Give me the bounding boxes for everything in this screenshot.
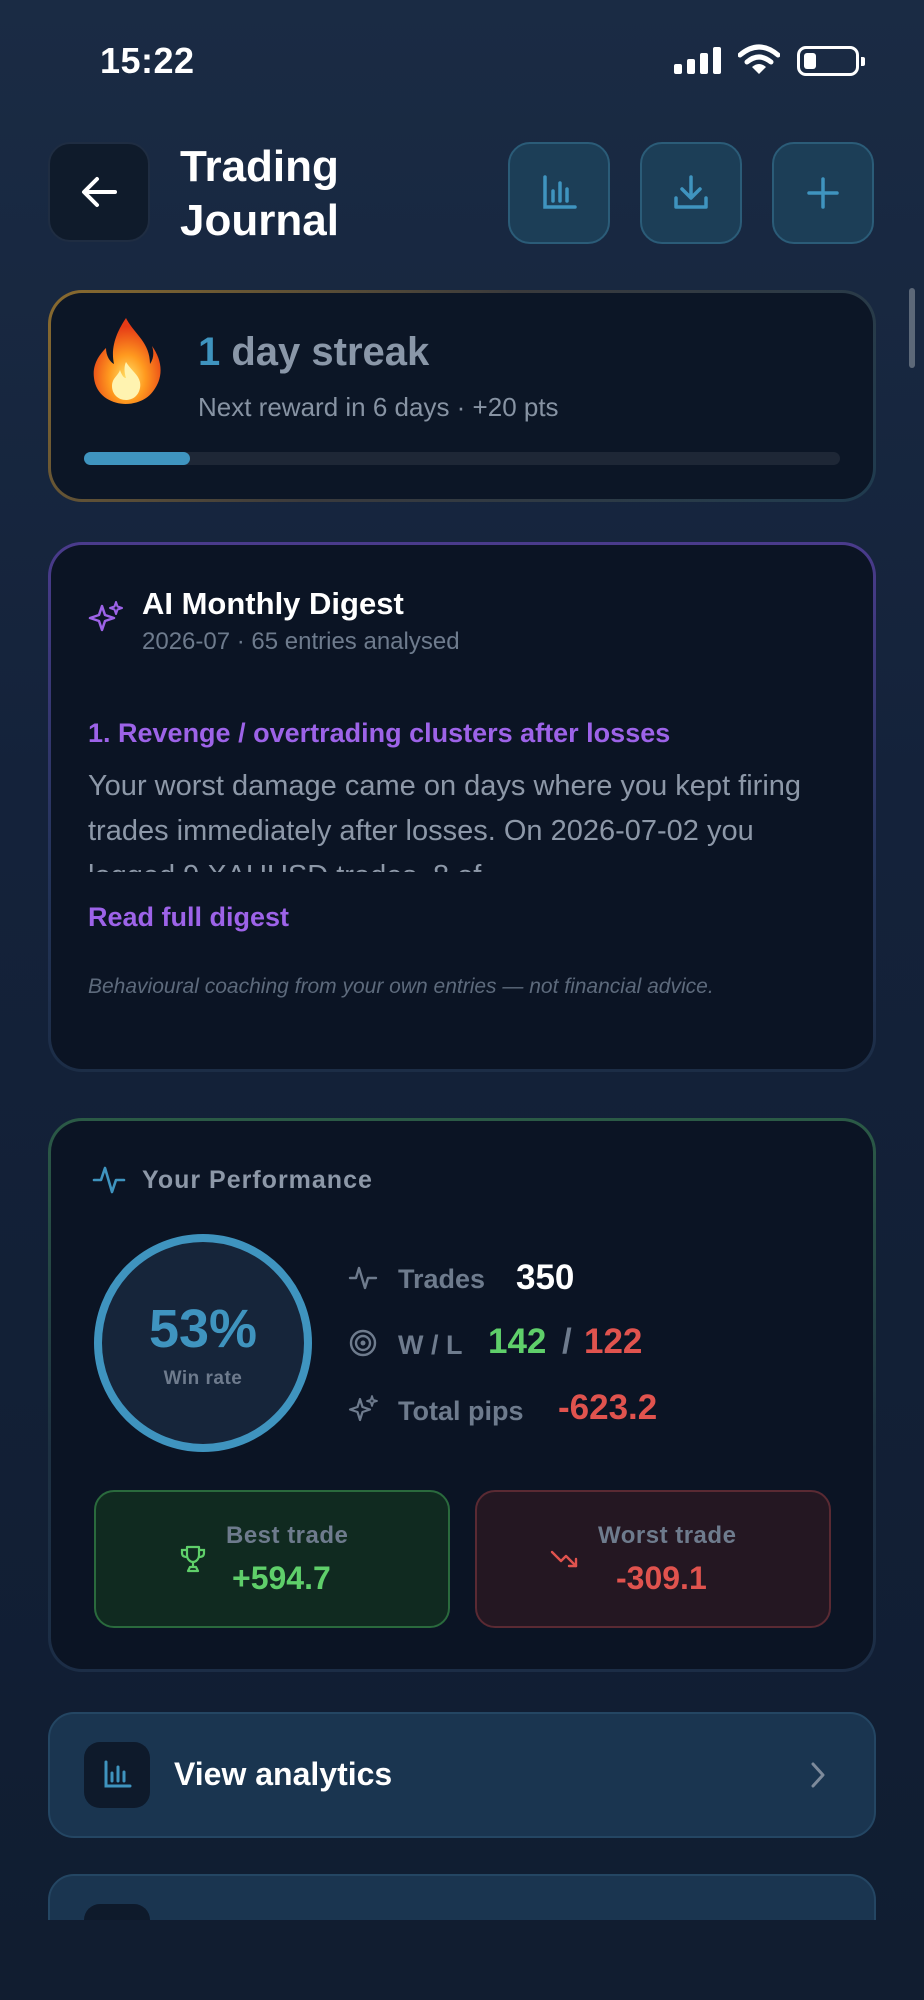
worst-trade-card <box>475 1490 831 1628</box>
digest-meta: 2026-07 · 65 entries analysed <box>142 628 460 655</box>
battery-icon <box>797 46 865 76</box>
win-rate-value: 53% <box>148 1299 258 1359</box>
best-trade-value: +594.7 <box>232 1560 331 1596</box>
plus-icon <box>807 177 839 209</box>
wins-value: 142 <box>488 1322 547 1361</box>
digest-body: Your worst damage came on days where you… <box>88 770 802 872</box>
chevron-right-icon <box>808 1760 828 1795</box>
streak-progress-fill <box>84 452 190 465</box>
trades-label: Trades <box>398 1264 486 1294</box>
back-button[interactable] <box>48 142 150 242</box>
sparkle-icon <box>348 1394 378 1429</box>
trending-down-icon <box>550 1546 580 1577</box>
streak-title: 1 day streak <box>198 330 429 375</box>
page-title: Trading Journal <box>180 142 339 245</box>
streak-subtitle: Next reward in 6 days · +20 pts <box>198 392 559 422</box>
pulse-icon <box>348 1262 378 1297</box>
read-full-digest-link[interactable]: Read full digest <box>88 902 289 933</box>
best-trade-label: Best trade <box>226 1522 349 1549</box>
download-icon <box>674 175 708 209</box>
stats-button[interactable] <box>508 142 610 244</box>
bottom-safe-area <box>0 1920 924 2000</box>
activity-icon <box>92 1162 126 1201</box>
wifi-icon <box>737 44 781 81</box>
performance-title: Your Performance <box>142 1166 373 1194</box>
win-rate-label: Win rate <box>163 1368 243 1389</box>
fire-icon <box>88 316 164 411</box>
worst-trade-label: Worst trade <box>598 1522 737 1549</box>
view-analytics-label: View analytics <box>174 1756 393 1792</box>
streak-label: day streak <box>231 330 430 374</box>
total-pips-value: -623.2 <box>558 1388 658 1427</box>
bar-chart-icon <box>543 175 577 209</box>
digest-disclaimer: Behavioural coaching from your own entri… <box>88 975 714 998</box>
streak-progress-bar <box>84 452 840 465</box>
trophy-icon <box>178 1544 208 1579</box>
digest-heading: 1. Revenge / overtrading clusters after … <box>88 718 671 748</box>
target-icon <box>348 1328 378 1363</box>
analytics-icon-tile <box>84 1742 150 1808</box>
worst-trade-value: -309.1 <box>616 1560 707 1596</box>
total-pips-label: Total pips <box>398 1396 524 1426</box>
view-analytics-button[interactable] <box>48 1712 876 1838</box>
sparkles-icon <box>88 600 124 641</box>
wl-label: W / L <box>398 1330 463 1360</box>
cellular-signal-icon <box>674 46 721 74</box>
trades-value: 350 <box>516 1258 575 1297</box>
status-time: 15:22 <box>100 40 195 81</box>
scrollbar[interactable] <box>909 288 915 368</box>
bar-chart-icon <box>104 1760 132 1788</box>
arrow-left-icon <box>82 177 117 207</box>
wl-separator: / <box>562 1322 572 1361</box>
losses-value: 122 <box>584 1322 643 1361</box>
export-button[interactable] <box>640 142 742 244</box>
best-trade-card <box>94 1490 450 1628</box>
streak-count: 1 <box>198 330 221 374</box>
digest-title: AI Monthly Digest <box>142 586 404 621</box>
add-entry-button[interactable] <box>772 142 874 244</box>
